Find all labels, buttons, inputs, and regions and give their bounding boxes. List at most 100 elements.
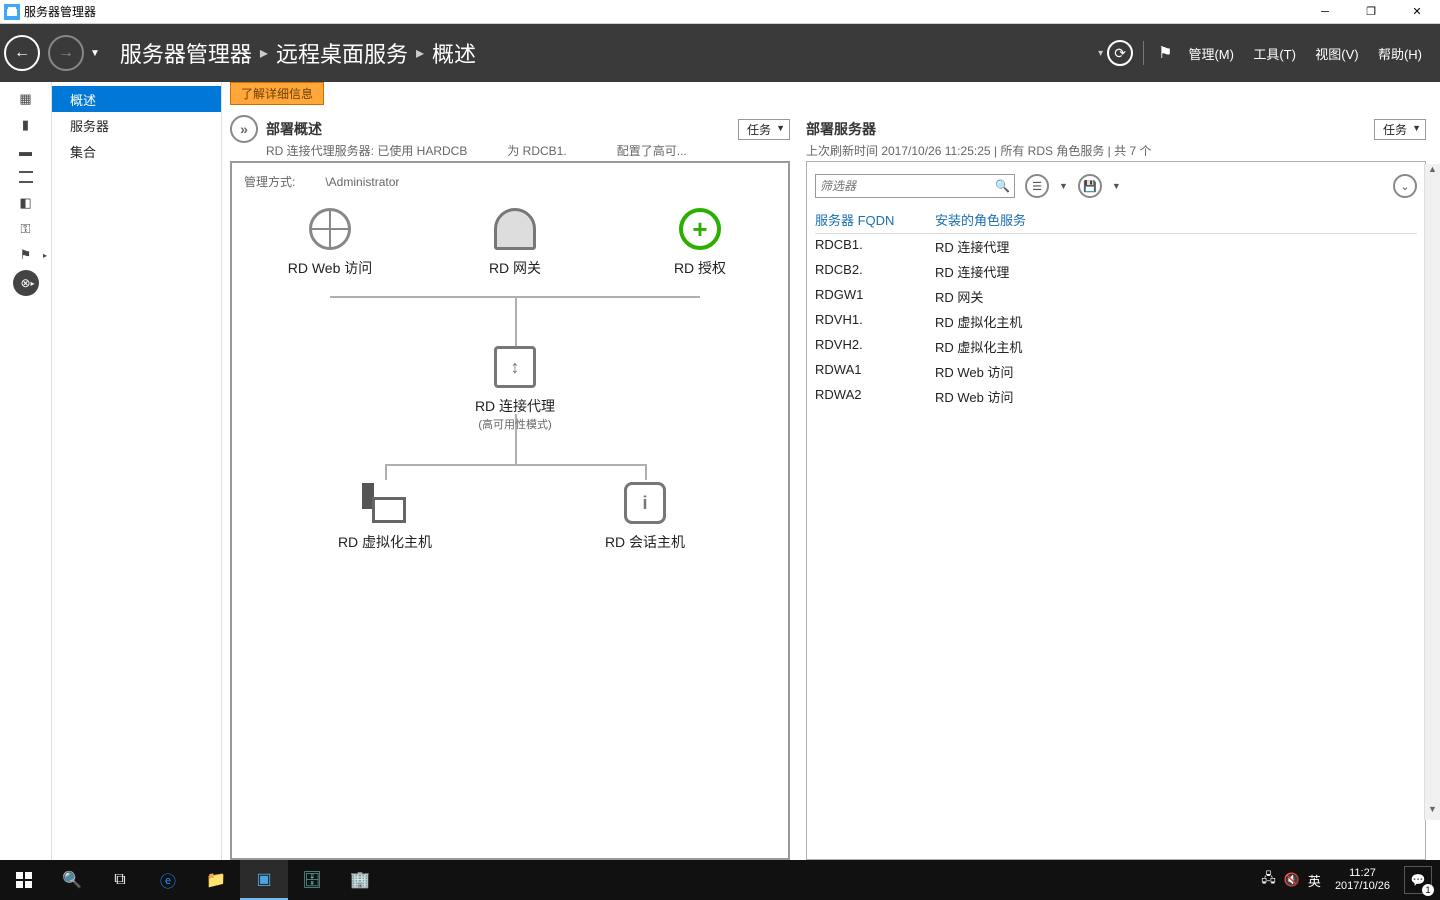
sidenav-servers[interactable]: 服务器 xyxy=(52,112,221,138)
node-rd-license[interactable]: + RD 授权 xyxy=(630,206,770,278)
col-role[interactable]: 安装的角色服务 xyxy=(935,210,1417,229)
sub-mid: 为 RDCB1. xyxy=(507,142,566,159)
cell-fqdn: RDVH2. xyxy=(815,337,935,356)
crumb-root[interactable]: 服务器管理器 xyxy=(120,37,252,69)
filter-box[interactable]: 🔍 xyxy=(815,174,1015,198)
node-rd-session[interactable]: i RD 会话主机 xyxy=(575,480,715,552)
node-label: RD 会话主机 xyxy=(575,532,715,552)
rail-server-icon[interactable]: ▮ xyxy=(0,112,51,138)
node-rd-broker[interactable]: ↕ RD 连接代理 (高可用性模式) xyxy=(445,344,585,432)
sub-suffix: 配置了高可... xyxy=(617,142,687,159)
dropdown-icon[interactable]: ▾ xyxy=(1098,48,1103,59)
panel-subtitle: 上次刷新时间 2017/10/26 11:25:25 | 所有 RDS 角色服务… xyxy=(806,142,1426,159)
rail-all-servers-icon[interactable]: ▬ xyxy=(0,138,51,164)
tasks-dropdown[interactable]: 任务 xyxy=(1374,119,1426,140)
deployment-servers-panel: 部署服务器 任务 上次刷新时间 2017/10/26 11:25:25 | 所有… xyxy=(806,82,1426,860)
table-row[interactable]: RDWA1RD Web 访问 xyxy=(815,359,1417,384)
notif-badge: 1 xyxy=(1422,884,1434,896)
clock[interactable]: 11:27 2017/10/26 xyxy=(1329,867,1396,893)
table-row[interactable]: RDGW1RD 网关 xyxy=(815,284,1417,309)
vhost-icon xyxy=(362,483,408,523)
tasks-dropdown[interactable]: 任务 xyxy=(738,119,790,140)
app-icon-2[interactable]: 🏢 xyxy=(336,860,384,900)
deployment-overview-panel: » 部署概述 任务 RD 连接代理服务器: 已使用 HARDCB 为 RDCB1… xyxy=(230,82,790,860)
panel-title: 部署服务器 xyxy=(806,119,876,139)
save-query-button[interactable]: 💾 xyxy=(1078,174,1102,198)
cell-fqdn: RDWA1 xyxy=(815,362,935,381)
col-fqdn[interactable]: 服务器 FQDN xyxy=(815,210,935,229)
menu-manage[interactable]: 管理(M) xyxy=(1188,47,1234,62)
rail-key-icon[interactable]: ⚿ xyxy=(0,216,51,242)
table-row[interactable]: RDWA2RD Web 访问 xyxy=(815,384,1417,409)
action-center-icon[interactable]: 💬1 xyxy=(1404,866,1432,894)
explorer-icon[interactable]: 📁 xyxy=(192,860,240,900)
icon-rail: ▦ ▮ ▬ ◧ ⚿ ⚑▸ ⊗▸ xyxy=(0,82,52,860)
notifications-flag-icon[interactable]: ⚑ xyxy=(1158,43,1172,63)
crumb-section[interactable]: 远程桌面服务 xyxy=(276,37,408,69)
start-button[interactable] xyxy=(0,860,48,900)
sidenav-collections[interactable]: 集合 xyxy=(52,138,221,164)
rail-nodes-icon[interactable]: ◧ xyxy=(0,190,51,216)
filter-input[interactable] xyxy=(820,179,995,193)
search-icon[interactable]: 🔍 xyxy=(995,179,1010,193)
deployment-diagram: RD Web 访问 RD 网关 + RD 授权 ↕ RD 连接代理 (高可用性模… xyxy=(240,196,780,716)
broker-icon: ↕ xyxy=(494,346,536,388)
cell-fqdn: RDGW1 xyxy=(815,287,935,306)
rail-rds-icon[interactable]: ⊗▸ xyxy=(13,270,39,296)
title-bar: 服务器管理器 ─ ❐ ✕ xyxy=(0,0,1440,24)
rail-flag-icon[interactable]: ⚑▸ xyxy=(0,242,51,268)
node-rd-vhost[interactable]: RD 虚拟化主机 xyxy=(315,480,455,552)
sub-prefix: RD 连接代理服务器: 已使用 HARDCB xyxy=(266,142,467,159)
cell-fqdn: RDVH1. xyxy=(815,312,935,331)
table-row[interactable]: RDVH1.RD 虚拟化主机 xyxy=(815,309,1417,334)
main-content: 了解详细信息 » 部署概述 任务 RD 连接代理服务器: 已使用 HARDCB … xyxy=(222,82,1440,860)
search-button[interactable]: 🔍 xyxy=(48,860,96,900)
cell-role: RD Web 访问 xyxy=(935,362,1417,381)
info-notice[interactable]: 了解详细信息 xyxy=(230,82,324,105)
refresh-button[interactable]: ⟳ xyxy=(1107,40,1133,66)
scroll-up-icon[interactable]: ▲ xyxy=(1425,164,1440,180)
menu-tools[interactable]: 工具(T) xyxy=(1253,47,1296,62)
window-title: 服务器管理器 xyxy=(24,3,96,20)
separator xyxy=(1143,41,1144,65)
rail-dashboard-icon[interactable]: ▦ xyxy=(0,86,51,112)
app-icon-1[interactable]: 🗄 xyxy=(288,860,336,900)
network-icon[interactable]: 🖧 xyxy=(1261,869,1276,891)
node-rd-gateway[interactable]: RD 网关 xyxy=(445,206,585,278)
maximize-button[interactable]: ❐ xyxy=(1348,0,1394,24)
minimize-button[interactable]: ─ xyxy=(1302,0,1348,24)
table-row[interactable]: RDCB2.RD 连接代理 xyxy=(815,259,1417,284)
nav-history-dropdown[interactable]: ▼ xyxy=(90,48,100,59)
panel-subtitle: RD 连接代理服务器: 已使用 HARDCB 为 RDCB1. 配置了高可... xyxy=(266,142,790,159)
node-rd-web[interactable]: RD Web 访问 xyxy=(260,206,400,278)
expand-button[interactable]: ⌄ xyxy=(1393,174,1417,198)
node-label: RD 连接代理 xyxy=(445,396,585,416)
edge-icon[interactable]: ⓔ xyxy=(144,860,192,900)
scrollbar[interactable]: ▲ ▼ xyxy=(1424,164,1440,820)
globe-icon xyxy=(309,208,351,250)
side-nav: 概述 服务器 集合 xyxy=(52,82,222,860)
server-manager-icon[interactable]: ▣ xyxy=(240,860,288,900)
menu-help[interactable]: 帮助(H) xyxy=(1378,47,1422,62)
node-label: RD 授权 xyxy=(630,258,770,278)
node-label: RD Web 访问 xyxy=(260,258,400,278)
sidenav-overview[interactable]: 概述 xyxy=(52,86,221,112)
node-label: RD 虚拟化主机 xyxy=(315,532,455,552)
chevron-right-icon: ▸ xyxy=(416,43,424,63)
nav-back-button[interactable]: ← xyxy=(4,35,40,71)
ime-indicator[interactable]: 英 xyxy=(1308,871,1321,890)
crumb-page[interactable]: 概述 xyxy=(432,37,476,69)
task-view-button[interactable]: ⧉ xyxy=(96,860,144,900)
menu-view[interactable]: 视图(V) xyxy=(1315,47,1358,62)
view-options-button[interactable]: ☰ xyxy=(1025,174,1049,198)
table-row[interactable]: RDVH2.RD 虚拟化主机 xyxy=(815,334,1417,359)
close-button[interactable]: ✕ xyxy=(1394,0,1440,24)
panel-icon: » xyxy=(230,115,258,143)
scroll-down-icon[interactable]: ▼ xyxy=(1425,804,1440,820)
cell-fqdn: RDCB2. xyxy=(815,262,935,281)
gateway-icon xyxy=(494,208,536,250)
volume-icon[interactable]: 🔇 xyxy=(1284,872,1300,888)
plus-circle-icon: + xyxy=(679,208,721,250)
rail-group-icon[interactable] xyxy=(0,164,51,190)
table-row[interactable]: RDCB1.RD 连接代理 xyxy=(815,234,1417,259)
